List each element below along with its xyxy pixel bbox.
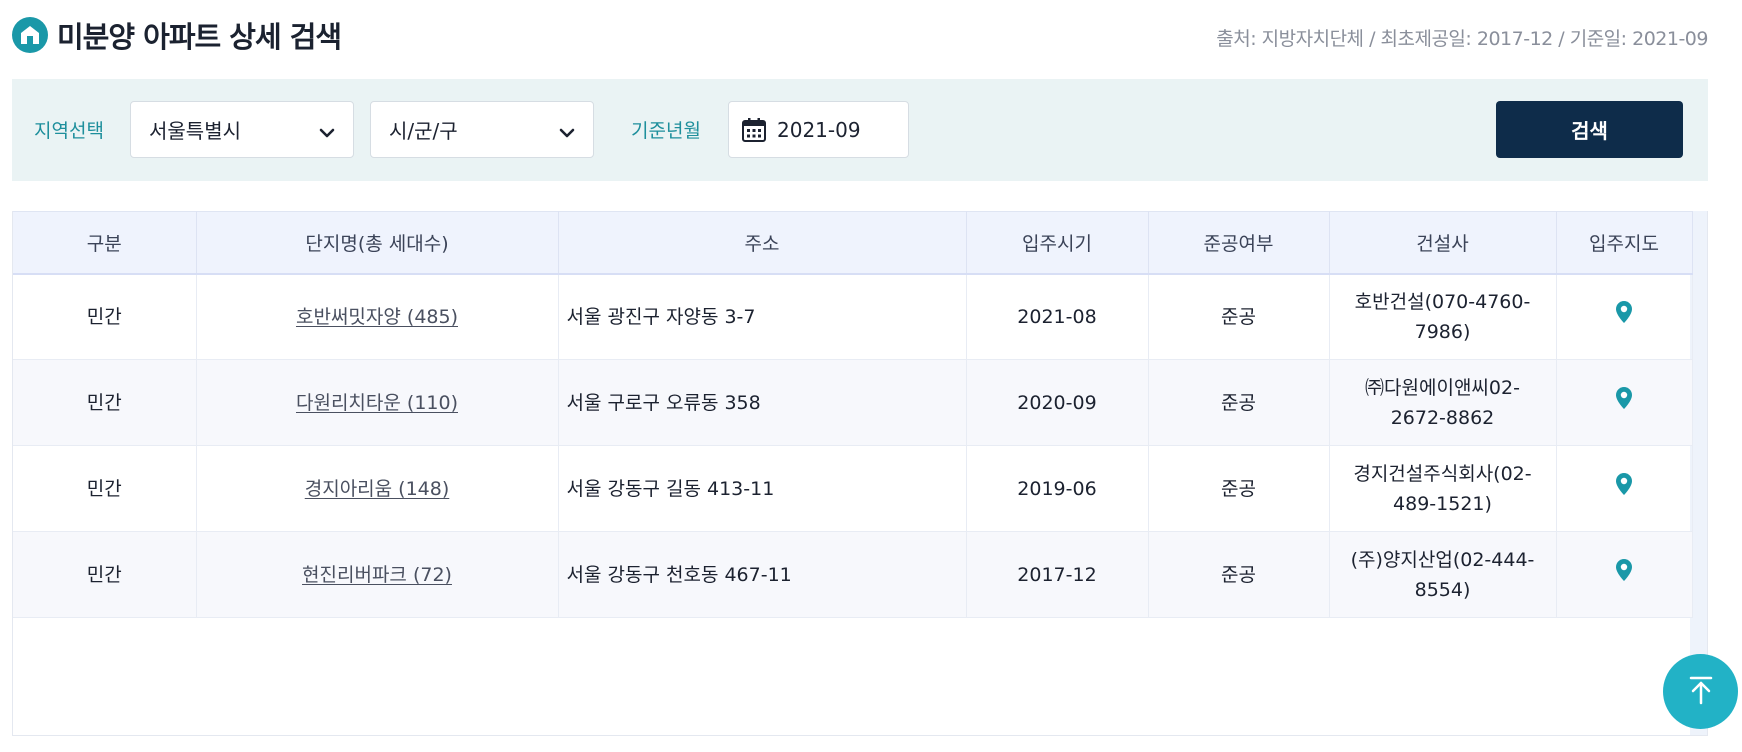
table-row: 민간 호반써밋자양 (485) 서울 광진구 자양동 3-7 2021-08 준… <box>13 273 1693 360</box>
cell-name: 현진리버파크 (72) <box>196 531 559 618</box>
cell-builder: 경지건설주식회사(02-489-1521) <box>1329 445 1557 532</box>
filter-bar: 지역선택 서울특별시 시/군/구 기준년월 2021-09 검색 <box>12 79 1708 181</box>
cell-status: 준공 <box>1148 531 1330 618</box>
column-header-map: 입주지도 <box>1556 211 1693 275</box>
cell-address: 서울 강동구 천호동 467-11 <box>558 531 967 618</box>
cell-move-in: 2017-12 <box>966 531 1149 618</box>
column-header-name: 단지명(총 세대수) <box>196 211 559 275</box>
table-header-row: 구분 단지명(총 세대수) 주소 입주시기 준공여부 건설사 입주지도 <box>13 211 1693 275</box>
cell-address: 서울 구로구 오류동 358 <box>558 359 967 446</box>
region-label: 지역선택 <box>34 120 104 142</box>
district-value: 시/군/구 <box>389 119 458 143</box>
cell-status: 준공 <box>1148 359 1330 446</box>
table-row: 민간 다원리치타운 (110) 서울 구로구 오류동 358 2020-09 준… <box>13 359 1693 446</box>
cell-move-in: 2021-08 <box>966 273 1149 360</box>
cell-name: 경지아리움 (148) <box>196 445 559 532</box>
cell-type: 민간 <box>13 359 197 446</box>
cell-address: 서울 강동구 길동 413-11 <box>558 445 967 532</box>
cell-address: 서울 광진구 자양동 3-7 <box>558 273 967 360</box>
map-pin-icon[interactable] <box>1615 472 1633 496</box>
results-table-container: 구분 단지명(총 세대수) 주소 입주시기 준공여부 건설사 입주지도 민간 호… <box>12 211 1708 736</box>
cell-status: 준공 <box>1148 273 1330 360</box>
district-select[interactable]: 시/군/구 <box>370 101 594 158</box>
cell-map <box>1556 445 1693 532</box>
date-label: 기준년월 <box>631 120 701 142</box>
map-pin-icon[interactable] <box>1615 558 1633 582</box>
date-value: 2021-09 <box>777 117 861 142</box>
calendar-icon <box>741 117 767 143</box>
cell-builder: ㈜다원에이앤씨02-2672-8862 <box>1329 359 1557 446</box>
cell-type: 민간 <box>13 531 197 618</box>
cell-builder: 호반건설(070-4760-7986) <box>1329 273 1557 360</box>
complex-link[interactable]: 경지아리움 (148) <box>305 478 450 500</box>
column-header-status: 준공여부 <box>1148 211 1330 275</box>
complex-link[interactable]: 호반써밋자양 (485) <box>296 306 458 328</box>
cell-builder: (주)양지산업(02-444-8554) <box>1329 531 1557 618</box>
province-select[interactable]: 서울특별시 <box>130 101 354 158</box>
province-value: 서울특별시 <box>149 119 241 143</box>
column-header-type: 구분 <box>13 211 197 275</box>
table-row: 민간 현진리버파크 (72) 서울 강동구 천호동 467-11 2017-12… <box>13 531 1693 618</box>
cell-map <box>1556 531 1693 618</box>
table-row: 민간 경지아리움 (148) 서울 강동구 길동 413-11 2019-06 … <box>13 445 1693 532</box>
cell-status: 준공 <box>1148 445 1330 532</box>
map-pin-icon[interactable] <box>1615 386 1633 410</box>
search-button[interactable]: 검색 <box>1496 101 1683 158</box>
source-info: 출처: 지방자치단체 / 최초제공일: 2017-12 / 기준일: 2021-… <box>1216 28 1708 50</box>
complex-link[interactable]: 다원리치타운 (110) <box>296 392 458 414</box>
column-header-address: 주소 <box>558 211 967 275</box>
cell-map <box>1556 359 1693 446</box>
chevron-down-icon <box>319 122 335 146</box>
date-picker[interactable]: 2021-09 <box>728 101 909 158</box>
title-group: 미분양 아파트 상세 검색 <box>12 14 342 56</box>
cell-move-in: 2019-06 <box>966 445 1149 532</box>
column-header-move-in: 입주시기 <box>966 211 1149 275</box>
map-pin-icon[interactable] <box>1615 300 1633 324</box>
cell-type: 민간 <box>13 273 197 360</box>
arrow-up-icon <box>1686 675 1716 708</box>
cell-name: 호반써밋자양 (485) <box>196 273 559 360</box>
cell-name: 다원리치타운 (110) <box>196 359 559 446</box>
scroll-top-button[interactable] <box>1663 654 1738 729</box>
page-title: 미분양 아파트 상세 검색 <box>57 20 342 54</box>
cell-map <box>1556 273 1693 360</box>
chevron-down-icon <box>559 122 575 146</box>
results-table: 구분 단지명(총 세대수) 주소 입주시기 준공여부 건설사 입주지도 민간 호… <box>13 211 1693 618</box>
cell-move-in: 2020-09 <box>966 359 1149 446</box>
cell-type: 민간 <box>13 445 197 532</box>
home-icon <box>12 17 48 53</box>
complex-link[interactable]: 현진리버파크 (72) <box>302 564 452 586</box>
page-header: 미분양 아파트 상세 검색 출처: 지방자치단체 / 최초제공일: 2017-1… <box>12 14 1708 58</box>
column-header-builder: 건설사 <box>1329 211 1557 275</box>
